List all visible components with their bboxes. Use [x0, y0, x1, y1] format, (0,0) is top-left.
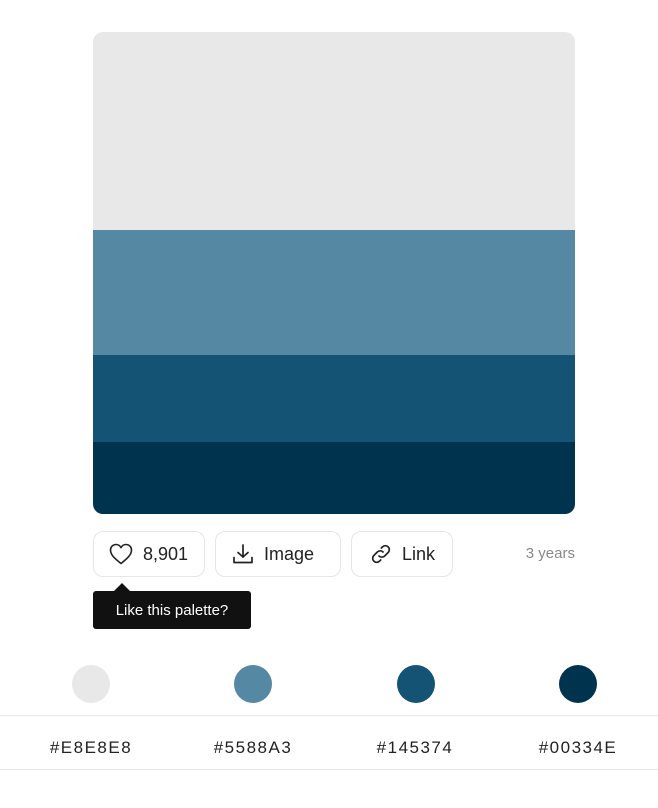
palette-actions: 8,901 Image Link 3 years: [93, 531, 575, 579]
palette-swatch[interactable]: [93, 442, 575, 514]
color-dot[interactable]: [559, 665, 597, 703]
color-codes: #E8E8E8 #5588A3 #145374 #00334E: [0, 715, 658, 770]
like-tooltip: Like this palette?: [93, 583, 251, 629]
color-code[interactable]: #E8E8E8: [10, 738, 172, 758]
palette-page: 8,901 Image Link 3 years Like this palet…: [0, 0, 658, 808]
like-count: 8,901: [143, 543, 189, 564]
image-button-label: Image: [264, 543, 315, 564]
copy-link-button[interactable]: Link: [351, 531, 453, 577]
heart-icon: [109, 543, 133, 565]
palette-swatch[interactable]: [93, 32, 575, 230]
palette-preview[interactable]: [93, 32, 575, 514]
color-dots: [0, 665, 658, 703]
palette-age: 3 years: [525, 545, 575, 562]
link-button-label: Link: [402, 543, 436, 564]
color-dot[interactable]: [72, 665, 110, 703]
download-image-button[interactable]: Image: [215, 531, 341, 577]
color-code[interactable]: #5588A3: [172, 738, 334, 758]
color-dot[interactable]: [397, 665, 435, 703]
palette-swatch[interactable]: [93, 355, 575, 442]
like-button[interactable]: 8,901: [93, 531, 205, 577]
palette-swatch[interactable]: [93, 230, 575, 355]
color-dot[interactable]: [234, 665, 272, 703]
download-icon: [232, 543, 254, 565]
color-code[interactable]: #00334E: [497, 738, 658, 758]
color-code[interactable]: #145374: [334, 738, 496, 758]
link-icon: [369, 542, 393, 566]
